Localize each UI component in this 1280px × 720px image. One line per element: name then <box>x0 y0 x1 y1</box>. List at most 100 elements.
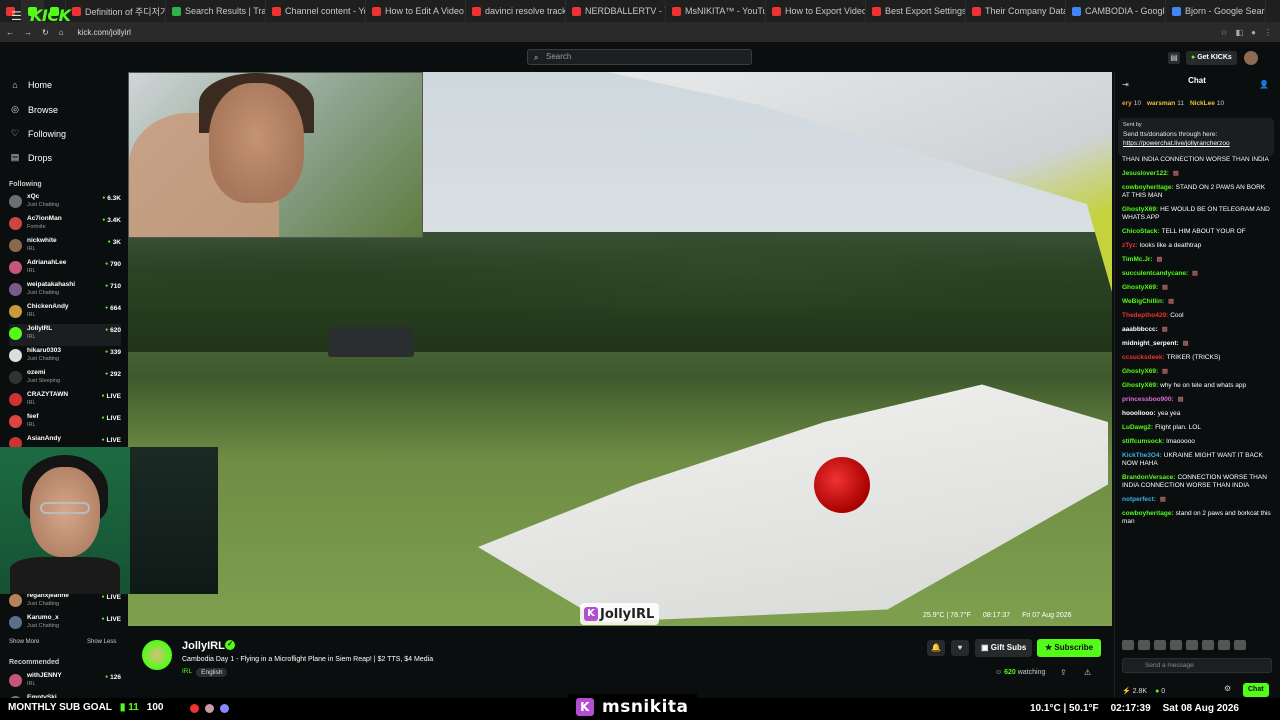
emote-icon[interactable] <box>1154 640 1166 650</box>
chat-username[interactable]: hoooliooo: <box>1122 410 1156 417</box>
chat-username[interactable]: KickThe3O4: <box>1122 452 1162 459</box>
followed-channel[interactable]: weipatakahashi Just Chatting 710 <box>9 280 121 302</box>
get-kicks-button[interactable]: ● Get KICKs <box>1186 51 1237 65</box>
top-gifter[interactable]: ery 10 <box>1122 100 1141 107</box>
followed-channel[interactable]: withJENNY IRL 126 <box>9 671 121 693</box>
chat-username[interactable]: BrandonVersace: <box>1122 474 1175 481</box>
tab-favicon-icon <box>872 6 881 16</box>
menu-toggle-icon[interactable]: ☰ <box>11 9 22 23</box>
chat-username[interactable]: WeBigChillin: <box>1122 298 1164 305</box>
chat-username[interactable]: aaabbbccc: <box>1122 326 1158 333</box>
category-link[interactable]: IRL <box>182 668 192 677</box>
chat-input[interactable]: Send a message <box>1122 658 1272 673</box>
emote-icon[interactable] <box>1234 640 1246 650</box>
send-chat-button[interactable]: Chat <box>1243 683 1269 697</box>
notifications-icon[interactable]: ▤ <box>1168 52 1180 64</box>
emote-icon[interactable] <box>1202 640 1214 650</box>
chat-username[interactable]: cowboyheritage: <box>1122 510 1174 517</box>
emote-icon[interactable] <box>1170 640 1182 650</box>
reload-icon[interactable]: ↻ <box>42 28 49 37</box>
browser-tab[interactable]: MsNIKITA™ - YouTube× <box>666 0 766 22</box>
sidebar-nav-home[interactable]: ⌂ Home <box>10 80 52 90</box>
language-tag[interactable]: English <box>196 668 228 677</box>
sidebar-nav-following[interactable]: ♡ Following <box>10 128 66 139</box>
show-less-button[interactable]: Show Less <box>87 639 116 645</box>
followed-channel[interactable]: AdrianahLee IRL 790 <box>9 258 121 280</box>
followed-channel[interactable]: ChickenAndy IRL 664 <box>9 302 121 324</box>
chat-username[interactable]: TimMc.Jr: <box>1122 256 1153 263</box>
chat-users-icon[interactable]: 👤 <box>1259 80 1269 89</box>
chat-username[interactable]: Thedeptho429: <box>1122 312 1168 319</box>
subscribe-button[interactable]: ★ Subscribe <box>1037 639 1102 657</box>
emote-icon[interactable] <box>1138 640 1150 650</box>
channel-name[interactable]: JollyIRL <box>182 640 225 652</box>
chat-username[interactable]: GhostyX69: <box>1122 206 1158 213</box>
chat-username[interactable]: cowboyheritage: <box>1122 184 1174 191</box>
browser-tab[interactable]: Bjorn - Google Search× <box>1166 0 1266 22</box>
top-gifter[interactable]: NickLee 10 <box>1190 100 1224 107</box>
emote-icon[interactable] <box>1218 640 1230 650</box>
menu-icon[interactable]: ⋮ <box>1264 28 1272 37</box>
forward-icon[interactable]: → <box>24 28 32 37</box>
profile-icon[interactable]: ● <box>1251 28 1256 37</box>
chat-username[interactable]: midnight_serpent: <box>1122 340 1179 347</box>
followed-channel[interactable]: nickwhite IRL 3K <box>9 236 121 258</box>
browser-tab[interactable]: Definition of 주디저기× <box>66 0 166 22</box>
follow-heart-button[interactable]: ♥ <box>951 640 969 656</box>
chat-settings-icon[interactable]: ⚙ <box>1224 684 1231 693</box>
search-input[interactable]: ⌕ Search <box>527 49 752 65</box>
back-icon[interactable]: ← <box>6 28 14 37</box>
user-avatar[interactable] <box>1244 51 1258 65</box>
browser-tab[interactable]: CAMBODIA - Google S× <box>1066 0 1166 22</box>
followed-channel[interactable]: reganxjeanneJust ChattingLIVE <box>9 591 121 613</box>
emote-icon[interactable] <box>1122 640 1134 650</box>
followed-channel[interactable]: hikaru0303 Just Chatting 339 <box>9 346 121 368</box>
channel-avatar[interactable] <box>142 640 172 670</box>
report-icon[interactable]: ⚠ <box>1084 668 1091 677</box>
browser-tab[interactable]: Search Results | Trainin× <box>166 0 266 22</box>
sidebar-nav-browse[interactable]: ◎ Browse <box>10 104 58 115</box>
followed-channel[interactable]: Karumo_x Just Chatting LIVE <box>9 613 121 635</box>
pinned-sent-by: Sent by <box>1123 122 1142 128</box>
share-icon[interactable]: ⇪ <box>1060 668 1067 677</box>
browser-tab[interactable]: NERDBALLERTV - YouT× <box>566 0 666 22</box>
browser-tab[interactable]: Their Company Data is× <box>966 0 1066 22</box>
chat-username[interactable]: stiffcumsock: <box>1122 438 1164 445</box>
followed-channel[interactable]: CRAZYTAWN IRL LIVE <box>9 390 121 412</box>
browser-tab[interactable]: Channel content - YouT× <box>266 0 366 22</box>
chat-username[interactable]: ChicoStack: <box>1122 228 1160 235</box>
channel-name: ChickenAndy <box>27 303 69 310</box>
emote-bar[interactable] <box>1122 640 1272 652</box>
browser-tab[interactable]: Best Export Settings in× <box>866 0 966 22</box>
browser-tab[interactable]: How to Edit A Video in× <box>366 0 466 22</box>
chat-username[interactable]: princessboo900: <box>1122 396 1174 403</box>
url-field[interactable]: kick.com/jollyirl <box>78 28 131 37</box>
gift-subs-button[interactable]: ▣ Gift Subs <box>975 639 1033 657</box>
chat-username[interactable]: zTyz: <box>1122 242 1138 249</box>
sidebar-nav-drops[interactable]: ▤ Drops <box>10 152 52 163</box>
bookmark-icon[interactable]: ☆ <box>1220 28 1227 37</box>
followed-channel[interactable]: feef IRL LIVE <box>9 412 121 434</box>
chat-username[interactable]: succulentcandycane: <box>1122 270 1188 277</box>
top-gifter[interactable]: warsman 11 <box>1147 100 1184 107</box>
pinned-link[interactable]: https://powerchat.live/jollyrancherzoo <box>1123 139 1269 148</box>
chat-username[interactable]: GhostyX69: <box>1122 382 1158 389</box>
followed-channel[interactable]: xQc Just Chatting 6.3K <box>9 192 121 214</box>
extensions-icon[interactable]: ◧ <box>1236 28 1244 37</box>
chat-username[interactable]: Jesuslover122: <box>1122 170 1169 177</box>
chat-username[interactable]: ccsucksdeek: <box>1122 354 1165 361</box>
show-more-button[interactable]: Show More <box>9 639 39 645</box>
notification-bell-button[interactable]: 🔔 <box>927 640 945 656</box>
followed-channel[interactable]: Ac7ionMan Fortnite 3.4K <box>9 214 121 236</box>
emote-icon[interactable] <box>1186 640 1198 650</box>
browser-tab[interactable]: How to Export Videos× <box>766 0 866 22</box>
browser-tab[interactable]: davinci resolve track, n× <box>466 0 566 22</box>
chat-username[interactable]: GhostyX69: <box>1122 368 1158 375</box>
chat-username[interactable]: notperfect: <box>1122 496 1156 503</box>
chat-username[interactable]: LuDawg2: <box>1122 424 1153 431</box>
followed-channel[interactable]: JollyIRL IRL 620 <box>9 324 121 346</box>
home-icon[interactable]: ⌂ <box>59 28 64 37</box>
followed-channel[interactable]: ozemi Just Sleeping 292 <box>9 368 121 390</box>
chat-username[interactable]: GhostyX69: <box>1122 284 1158 291</box>
kick-logo[interactable]: KICK <box>30 6 71 25</box>
